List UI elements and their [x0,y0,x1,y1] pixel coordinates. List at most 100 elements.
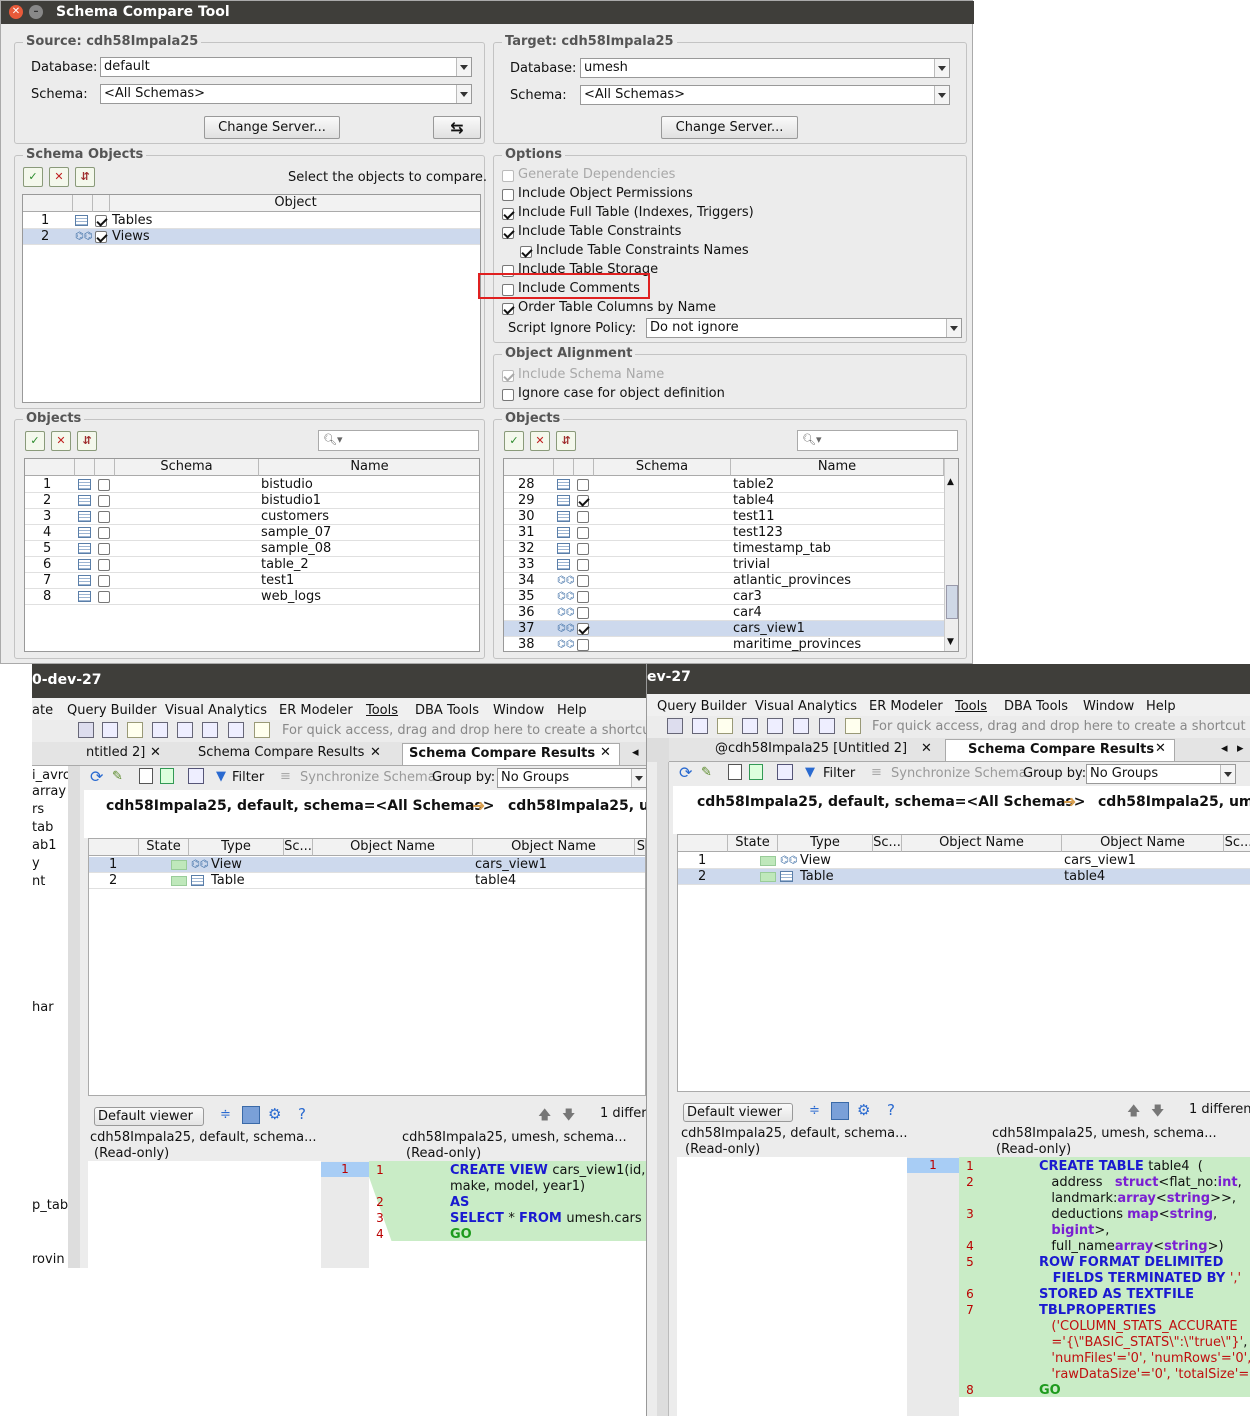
close-icon[interactable]: ✕ [370,745,381,760]
close-icon[interactable]: ✕ [600,745,611,760]
col-header[interactable]: Sc... [1224,835,1250,852]
close-icon[interactable]: ✕ [1155,741,1166,756]
object-checkbox[interactable] [577,479,589,491]
collapse-icon[interactable]: ≑ [809,1103,820,1118]
check-all-icon[interactable]: ✓ [25,431,45,451]
menu-item[interactable]: Query Builder [657,699,747,714]
object-checkbox[interactable] [577,495,589,507]
target-database-select[interactable]: umesh [580,58,950,78]
side-item[interactable]: tab [32,820,53,835]
menu-item[interactable]: Tools [955,699,987,714]
scrollbar[interactable]: ▲ ▼ [944,459,958,651]
object-row[interactable]: 31 test123 [504,525,944,541]
col-header[interactable] [89,839,139,856]
object-checkbox[interactable] [577,607,589,619]
col-header[interactable]: Sc... [284,839,313,856]
menu-item[interactable]: ER Modeler [279,703,353,718]
menu-item[interactable]: Window [1083,699,1134,714]
object-row[interactable]: 2 bistudio1 [25,493,479,509]
tab-untitled[interactable]: ntitled 2] [80,743,151,765]
side-item[interactable]: ab1 [32,838,57,853]
object-checkbox[interactable] [95,215,107,227]
col-header[interactable]: Sc [635,839,645,856]
side-item[interactable]: y [32,856,40,871]
menu-item[interactable]: ate [32,703,53,718]
uncheck-all-icon[interactable]: ✕ [530,431,550,451]
menu-item[interactable]: DBA Tools [415,703,479,718]
object-checkbox[interactable] [98,575,110,587]
script-icon[interactable] [728,764,742,780]
toolbar-icon[interactable] [742,718,758,734]
option-checkbox[interactable] [502,208,514,220]
col-header[interactable] [73,195,93,212]
side-by-side-icon[interactable] [242,1106,260,1124]
source-database-select[interactable]: default [100,57,472,77]
toolbar-icon[interactable] [127,722,143,738]
object-row[interactable]: 7 test1 [25,573,479,589]
filter-icon[interactable]: ▼ [216,769,226,784]
invert-selection-icon[interactable]: ⇵ [556,431,576,451]
col-header[interactable] [678,835,728,852]
toolbar-icon[interactable] [667,718,683,734]
col-header[interactable]: Object Name [902,835,1062,852]
close-icon[interactable]: ✕ [921,741,932,756]
source-change-server-button[interactable]: Change Server... [204,116,340,139]
menu-item[interactable]: Help [1146,699,1176,714]
menu-item[interactable]: Visual Analytics [165,703,267,718]
object-checkbox[interactable] [95,231,107,243]
col-header[interactable] [75,459,95,476]
side-item[interactable]: nt [32,874,45,889]
col-header[interactable] [25,459,75,476]
side-item[interactable]: har [32,1000,54,1015]
menu-item[interactable]: ER Modeler [869,699,943,714]
object-checkbox[interactable] [98,543,110,555]
group-by-select[interactable]: No Groups [1086,764,1236,784]
source-schema-select[interactable]: <All Schemas> [100,84,472,104]
schema-object-row[interactable]: 2 ⌬⌬ Views [23,229,480,245]
col-header[interactable] [95,459,115,476]
col-header[interactable]: Type [189,839,284,856]
minimize-icon[interactable]: – [29,5,43,19]
object-checkbox[interactable] [577,543,589,555]
col-header[interactable]: Object Name [1062,835,1224,852]
side-item[interactable]: array [32,784,66,799]
object-row[interactable]: 36 ⌬⌬ car4 [504,605,944,621]
result-row[interactable]: 1 ⌬⌬ View cars_view1 [89,857,645,873]
close-icon[interactable]: ✕ [9,5,23,19]
filter-button[interactable]: Filter [823,766,855,781]
col-header[interactable]: Object Name [473,839,635,856]
result-row[interactable]: 1 ⌬⌬ View cars_view1 [678,853,1250,869]
object-checkbox[interactable] [577,575,589,587]
check-all-icon[interactable]: ✓ [504,431,524,451]
object-checkbox[interactable] [577,559,589,571]
grid-icon[interactable] [188,768,204,784]
col-header[interactable]: State [728,835,778,852]
object-checkbox[interactable] [577,639,589,651]
col-header-name[interactable]: Name [731,459,944,476]
help-icon[interactable]: ? [887,1101,895,1119]
toolbar-icon[interactable] [202,722,218,738]
viewer-select[interactable]: Default viewer [94,1107,204,1126]
object-row[interactable]: 5 sample_08 [25,541,479,557]
object-row[interactable]: 33 trivial [504,557,944,573]
scroll-down-icon[interactable]: ▼ [947,637,954,647]
col-header-name[interactable]: Name [259,459,479,476]
quick-access-hint[interactable]: For quick access, drag and drop here to … [282,723,646,738]
target-schema-select[interactable]: <All Schemas> [580,85,950,105]
object-checkbox[interactable] [98,527,110,539]
check-all-icon[interactable]: ✓ [23,167,43,187]
col-header[interactable] [574,459,594,476]
scrollbar[interactable] [657,762,669,1416]
objects-left-search[interactable]: 🔍︎▾ [318,430,479,451]
menu-item[interactable]: Visual Analytics [755,699,857,714]
scroll-thumb[interactable] [946,585,958,619]
uncheck-all-icon[interactable]: ✕ [51,431,71,451]
object-checkbox[interactable] [577,591,589,603]
invert-selection-icon[interactable]: ⇵ [75,167,95,187]
menu-item[interactable]: Window [493,703,544,718]
help-icon[interactable]: ? [298,1105,306,1123]
menu-item[interactable]: Tools [366,703,398,718]
scroll-up-icon[interactable]: ▲ [947,477,954,487]
object-row[interactable]: 8 web_logs [25,589,479,605]
object-checkbox[interactable] [98,591,110,603]
